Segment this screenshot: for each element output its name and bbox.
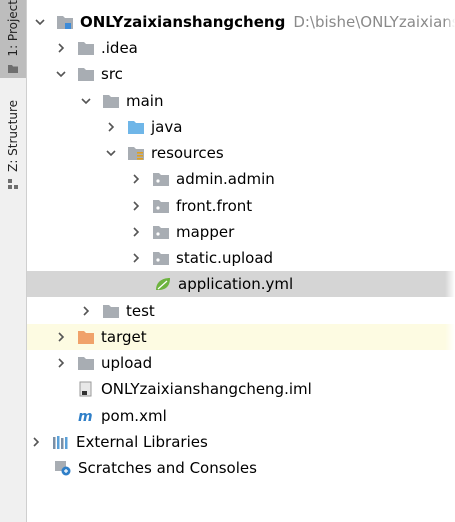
tree-item-java[interactable]: java bbox=[27, 114, 455, 140]
chevron-right-icon[interactable] bbox=[129, 199, 143, 213]
tree-item-resources[interactable]: resources bbox=[27, 140, 455, 166]
tree-item-label: static.upload bbox=[176, 249, 274, 267]
resources-folder-icon bbox=[127, 145, 145, 161]
tree-item-target[interactable]: target bbox=[27, 324, 455, 350]
chevron-right-icon[interactable] bbox=[79, 304, 93, 318]
chevron-right-icon[interactable] bbox=[129, 225, 143, 239]
structure-tab-label: Z: Structure bbox=[6, 100, 20, 172]
tree-item-scratches[interactable]: Scratches and Consoles bbox=[27, 455, 455, 481]
chevron-down-icon[interactable] bbox=[33, 15, 47, 29]
chevron-right-icon[interactable] bbox=[104, 120, 118, 134]
chevron-down-icon[interactable] bbox=[54, 67, 68, 81]
excluded-folder-icon bbox=[77, 329, 95, 345]
tree-item-application-yml[interactable]: application.yml bbox=[27, 271, 455, 297]
folder-icon bbox=[77, 355, 95, 371]
tree-item-label: main bbox=[126, 92, 164, 110]
tree-item-label: upload bbox=[101, 354, 153, 372]
scratches-icon bbox=[54, 460, 72, 476]
tree-item-upload[interactable]: upload bbox=[27, 350, 455, 376]
chevron-right-icon[interactable] bbox=[54, 330, 68, 344]
tree-item-label: ONLYzaixianshangcheng bbox=[80, 13, 286, 31]
tree-item-label: External Libraries bbox=[76, 433, 208, 451]
module-folder-icon bbox=[56, 14, 74, 30]
tree-item-front[interactable]: front.front bbox=[27, 193, 455, 219]
project-tab-label: 1: Project bbox=[6, 0, 20, 57]
folder-icon bbox=[102, 93, 120, 109]
tool-window-strip: 1: Project Z: Structure bbox=[0, 0, 27, 522]
tree-item-main[interactable]: main bbox=[27, 88, 455, 114]
chevron-right-icon[interactable] bbox=[129, 251, 143, 265]
tree-item-label: mapper bbox=[176, 223, 235, 241]
tree-item-label: test bbox=[126, 302, 155, 320]
tree-item-src[interactable]: src bbox=[27, 61, 455, 87]
tree-item-pom[interactable]: m pom.xml bbox=[27, 403, 455, 429]
tree-item-label: java bbox=[151, 118, 183, 136]
tree-item-label: src bbox=[101, 65, 123, 83]
tree-item-label: front.front bbox=[176, 197, 253, 215]
maven-icon: m bbox=[77, 408, 95, 424]
project-tree: ONLYzaixianshangcheng D:\bishe\ONLYzaixi… bbox=[27, 0, 455, 522]
tree-item-label: Scratches and Consoles bbox=[78, 459, 257, 477]
package-folder-icon bbox=[152, 171, 170, 187]
project-tool-tab[interactable]: 1: Project bbox=[0, 0, 26, 78]
svg-text:m: m bbox=[78, 409, 93, 424]
library-icon bbox=[52, 434, 70, 450]
tree-item-label: resources bbox=[151, 144, 224, 162]
structure-icon bbox=[8, 178, 18, 189]
tree-item-test[interactable]: test bbox=[27, 298, 455, 324]
module-path: D:\bishe\ONLYzaixiansh bbox=[293, 13, 455, 31]
tree-fade-edge bbox=[445, 0, 455, 522]
chevron-right-icon[interactable] bbox=[129, 172, 143, 186]
package-folder-icon bbox=[152, 198, 170, 214]
spring-leaf-icon bbox=[154, 276, 172, 292]
tree-item-root[interactable]: ONLYzaixianshangcheng D:\bishe\ONLYzaixi… bbox=[27, 9, 455, 35]
tree-item-external-libraries[interactable]: External Libraries bbox=[27, 429, 455, 455]
tree-item-mapper[interactable]: mapper bbox=[27, 219, 455, 245]
chevron-right-icon[interactable] bbox=[54, 356, 68, 370]
structure-tool-tab[interactable]: Z: Structure bbox=[0, 100, 26, 200]
folder-icon bbox=[77, 40, 95, 56]
chevron-down-icon[interactable] bbox=[79, 94, 93, 108]
tree-item-label: target bbox=[101, 328, 147, 346]
tree-item-idea[interactable]: .idea bbox=[27, 35, 455, 61]
folder-icon bbox=[8, 64, 18, 73]
tree-item-label: ONLYzaixianshangcheng.iml bbox=[101, 380, 312, 398]
tree-item-label: admin.admin bbox=[176, 170, 275, 188]
chevron-down-icon[interactable] bbox=[104, 146, 118, 160]
package-folder-icon bbox=[152, 250, 170, 266]
tree-item-label: pom.xml bbox=[101, 407, 167, 425]
tree-item-static[interactable]: static.upload bbox=[27, 245, 455, 271]
folder-icon bbox=[77, 66, 95, 82]
tree-item-admin[interactable]: admin.admin bbox=[27, 166, 455, 192]
tree-item-label: application.yml bbox=[178, 275, 294, 293]
chevron-right-icon[interactable] bbox=[29, 435, 43, 449]
tree-item-iml[interactable]: ONLYzaixianshangcheng.iml bbox=[27, 376, 455, 402]
module-file-icon bbox=[77, 381, 95, 397]
chevron-right-icon[interactable] bbox=[54, 41, 68, 55]
package-folder-icon bbox=[152, 224, 170, 240]
folder-icon bbox=[102, 303, 120, 319]
tree-item-label: .idea bbox=[101, 39, 138, 57]
source-folder-icon bbox=[127, 119, 145, 135]
